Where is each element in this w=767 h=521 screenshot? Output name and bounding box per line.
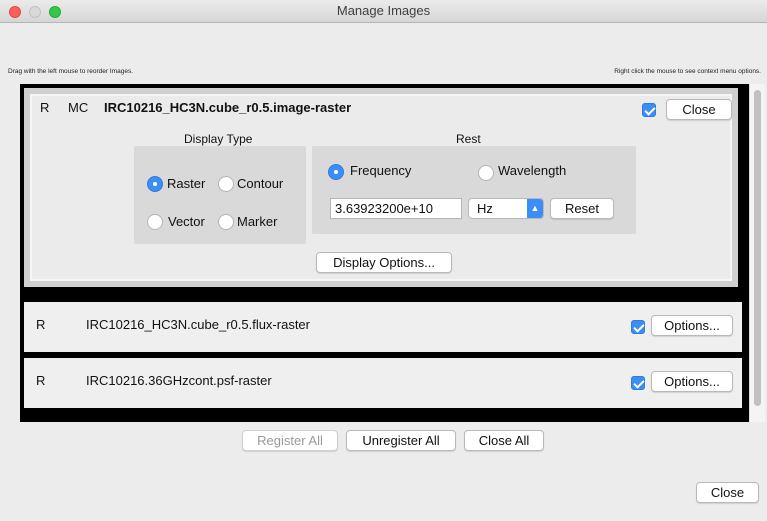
rest-group: Rest Frequency Wavelength 3.63923200e+10… (312, 132, 636, 234)
raster-label: Raster (167, 176, 206, 191)
frequency-radio[interactable] (328, 164, 344, 180)
display-options-button[interactable]: Display Options... (316, 252, 452, 273)
rest-unit-select[interactable]: Hz ▲︎ (468, 198, 544, 219)
marker-label: Marker (237, 214, 278, 229)
options-button[interactable]: Options... (651, 315, 733, 336)
image-visible-checkbox[interactable] (642, 103, 656, 117)
raster-radio[interactable] (147, 176, 163, 192)
rest-title: Rest (456, 132, 481, 146)
rest-unit-value: Hz (477, 201, 493, 216)
display-type-title: Display Type (184, 132, 253, 146)
image-visible-checkbox[interactable] (631, 376, 645, 390)
image-row-3[interactable]: R IRC10216.36GHzcont.psf-raster Options.… (24, 358, 742, 408)
reset-button[interactable]: Reset (550, 198, 614, 219)
chevron-up-down-icon: ▲︎ (527, 199, 543, 218)
close-image-button[interactable]: Close (666, 99, 732, 120)
close-all-button[interactable]: Close All (464, 430, 544, 451)
image-name: IRC10216.36GHzcont.psf-raster (86, 373, 272, 388)
context-menu-hint: Right click the mouse to see context men… (614, 68, 761, 75)
close-dialog-button[interactable]: Close (696, 482, 759, 503)
frequency-label: Frequency (350, 163, 412, 178)
vector-label: Vector (168, 214, 205, 229)
vector-radio[interactable] (147, 214, 163, 230)
image-row-2[interactable]: R IRC10216_HC3N.cube_r0.5.flux-raster Op… (24, 302, 742, 352)
wavelength-radio[interactable] (478, 165, 494, 181)
wavelength-label: Wavelength (498, 163, 567, 178)
contour-radio[interactable] (218, 176, 234, 192)
image-visible-checkbox[interactable] (631, 320, 645, 334)
register-flag: R (40, 100, 50, 115)
options-button[interactable]: Options... (651, 371, 733, 392)
list-scrollbar[interactable] (749, 84, 765, 422)
display-type-group: Display Type Raster Contour Vector Marke… (134, 132, 306, 244)
register-flag: R (36, 373, 46, 388)
image-list: R MC IRC10216_HC3N.cube_r0.5.image-raste… (20, 84, 765, 422)
register-all-button[interactable]: Register All (242, 430, 338, 451)
reorder-hint: Drag with the left mouse to reorder Imag… (8, 68, 134, 75)
image-row-1[interactable]: R MC IRC10216_HC3N.cube_r0.5.image-raste… (24, 88, 738, 287)
window-title: Manage Images (336, 3, 431, 18)
image-name: IRC10216_HC3N.cube_r0.5.flux-raster (86, 317, 310, 332)
window-titlebar: Manage Images (0, 0, 767, 23)
register-flag: R (36, 317, 46, 332)
movie-control-flag: MC (68, 100, 89, 115)
rest-value-field[interactable]: 3.63923200e+10 (330, 198, 462, 219)
marker-radio[interactable] (218, 214, 234, 230)
image-name: IRC10216_HC3N.cube_r0.5.image-raster (104, 100, 352, 115)
contour-label: Contour (237, 176, 284, 191)
unregister-all-button[interactable]: Unregister All (346, 430, 456, 451)
scrollbar-thumb[interactable] (754, 90, 761, 406)
